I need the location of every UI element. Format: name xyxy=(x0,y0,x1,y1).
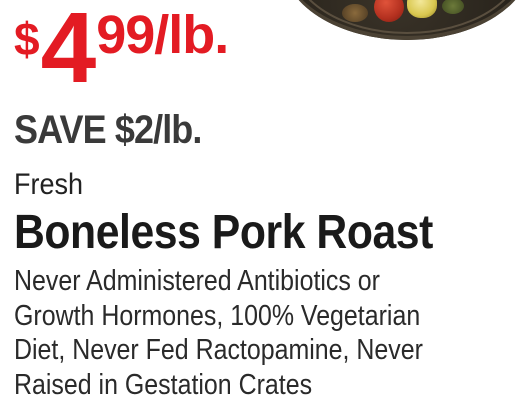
pork-roast-ad: $ 4 99 /lb. SAVE $2/lb. Fresh Boneless P… xyxy=(0,0,517,407)
price: $ 4 99 /lb. xyxy=(14,0,229,98)
price-cents: 99 xyxy=(96,5,155,65)
garnish xyxy=(342,4,368,22)
food-photo xyxy=(282,0,517,40)
description-line: Raised in Gestation Crates xyxy=(14,368,313,401)
price-dollars: 4 xyxy=(40,0,97,104)
savings-text: SAVE $2/lb. xyxy=(14,108,202,152)
product-name: Boneless Pork Roast xyxy=(14,206,433,259)
product-description: Never Administered Antibiotics or Growth… xyxy=(14,264,496,402)
description-line: Diet, Never Fed Ractopamine, Never xyxy=(14,334,423,366)
price-currency: $ xyxy=(14,13,40,65)
description-line: Never Administered Antibiotics or xyxy=(14,265,380,297)
price-unit: /lb. xyxy=(154,5,229,65)
product-qualifier: Fresh xyxy=(14,168,84,201)
description-line: Growth Hormones, 100% Vegetarian xyxy=(14,299,421,332)
